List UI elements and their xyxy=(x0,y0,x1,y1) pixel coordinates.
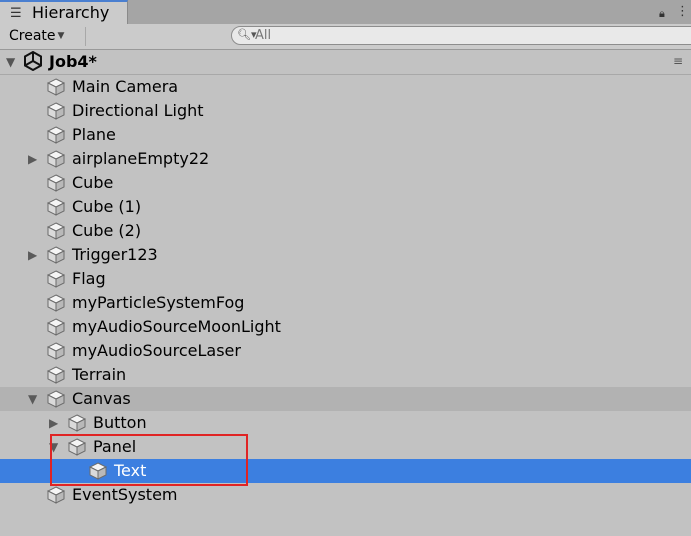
hierarchy-row[interactable]: Terrain xyxy=(0,363,691,387)
collapsed-arrow-icon[interactable]: ▶ xyxy=(28,248,37,262)
hierarchy-row-label: Panel xyxy=(93,437,137,456)
toolbar-divider xyxy=(85,27,86,46)
gameobject-cube-icon xyxy=(67,438,87,456)
gameobject-cube-icon xyxy=(46,270,66,288)
expanded-arrow-icon[interactable]: ▼ xyxy=(49,440,58,454)
gameobject-cube-icon xyxy=(46,246,66,264)
hierarchy-row[interactable]: Directional Light xyxy=(0,99,691,123)
hierarchy-row-label: Main Camera xyxy=(72,77,179,96)
hierarchy-row[interactable]: ▼ Panel xyxy=(0,435,691,459)
hierarchy-row-label: Cube (2) xyxy=(72,221,142,240)
tab-hierarchy[interactable]: ☰ Hierarchy xyxy=(0,0,128,24)
hierarchy-row[interactable]: myParticleSystemFog xyxy=(0,291,691,315)
tab-label: Hierarchy xyxy=(32,3,110,22)
hierarchy-row-label: Cube (1) xyxy=(72,197,142,216)
gameobject-cube-icon xyxy=(46,174,66,192)
hierarchy-row-label: EventSystem xyxy=(72,485,178,504)
unity-logo-icon xyxy=(23,50,43,75)
gameobject-cube-icon xyxy=(67,414,87,432)
hierarchy-row-label: Plane xyxy=(72,125,116,144)
gameobject-cube-icon xyxy=(46,366,66,384)
scene-menu-icon[interactable]: ≡ xyxy=(673,54,683,68)
hierarchy-list-icon: ☰ xyxy=(10,6,22,21)
hierarchy-row[interactable]: myAudioSourceLaser xyxy=(0,339,691,363)
lock-icon[interactable]: 🔒︎ xyxy=(659,7,665,21)
scene-header[interactable]: ▼ Job4* ≡ xyxy=(0,50,691,75)
hierarchy-row[interactable]: myAudioSourceMoonLight xyxy=(0,315,691,339)
search-input[interactable] xyxy=(255,27,655,44)
collapsed-arrow-icon[interactable]: ▶ xyxy=(28,152,37,166)
hierarchy-row[interactable]: Main Camera xyxy=(0,75,691,99)
gameobject-cube-icon xyxy=(46,102,66,120)
hierarchy-row[interactable]: EventSystem xyxy=(0,483,691,507)
hierarchy-row[interactable]: ▶ airplaneEmpty22 xyxy=(0,147,691,171)
hierarchy-row-label: Directional Light xyxy=(72,101,204,120)
gameobject-cube-icon xyxy=(46,342,66,360)
hierarchy-row-label: Text xyxy=(114,461,147,480)
gameobject-cube-icon xyxy=(46,198,66,216)
hierarchy-row-label: Button xyxy=(93,413,147,432)
hierarchy-row-label: airplaneEmpty22 xyxy=(72,149,210,168)
gameobject-cube-icon xyxy=(46,78,66,96)
hierarchy-row-label: Cube xyxy=(72,173,114,192)
search-field[interactable]: 🔍︎▾ xyxy=(231,26,691,45)
gameobject-cube-icon xyxy=(46,222,66,240)
hierarchy-row[interactable]: Cube (1) xyxy=(0,195,691,219)
expand-arrow-icon[interactable]: ▼ xyxy=(6,55,15,69)
gameobject-cube-icon xyxy=(46,126,66,144)
hierarchy-row[interactable]: Text xyxy=(0,459,691,483)
hierarchy-row[interactable]: ▶ Trigger123 xyxy=(0,243,691,267)
scene-name: Job4* xyxy=(49,52,97,71)
tab-bar: ☰ Hierarchy 🔒︎ ⋮ xyxy=(0,0,691,24)
gameobject-cube-icon xyxy=(88,462,108,480)
hierarchy-row-label: Trigger123 xyxy=(72,245,158,264)
gameobject-cube-icon xyxy=(46,390,66,408)
chevron-down-icon: ▼ xyxy=(57,31,65,41)
hierarchy-row[interactable]: ▶ Button xyxy=(0,411,691,435)
hierarchy-row[interactable]: Cube xyxy=(0,171,691,195)
search-icon[interactable]: 🔍︎▾ xyxy=(237,28,257,41)
hierarchy-row[interactable]: Plane xyxy=(0,123,691,147)
gameobject-cube-icon xyxy=(46,150,66,168)
hierarchy-row[interactable]: Cube (2) xyxy=(0,219,691,243)
create-dropdown-button[interactable]: Create ▼ xyxy=(9,26,79,46)
create-label: Create xyxy=(9,28,56,44)
hierarchy-row-label: Flag xyxy=(72,269,106,288)
hierarchy-row-label: myParticleSystemFog xyxy=(72,293,245,312)
hierarchy-tree: Main Camera Directional Light Plane ▶ airpla… xyxy=(0,75,691,507)
panel-menu-icon[interactable]: ⋮ xyxy=(676,4,689,19)
hierarchy-row-label: Terrain xyxy=(72,365,127,384)
hierarchy-row[interactable]: ▼ Canvas xyxy=(0,387,691,411)
gameobject-cube-icon xyxy=(46,318,66,336)
hierarchy-row-label: Canvas xyxy=(72,389,131,408)
collapsed-arrow-icon[interactable]: ▶ xyxy=(49,416,58,430)
hierarchy-row[interactable]: Flag xyxy=(0,267,691,291)
hierarchy-row-label: myAudioSourceLaser xyxy=(72,341,241,360)
gameobject-cube-icon xyxy=(46,486,66,504)
gameobject-cube-icon xyxy=(46,294,66,312)
toolbar: Create ▼ 🔍︎▾ xyxy=(0,24,691,50)
expanded-arrow-icon[interactable]: ▼ xyxy=(28,392,37,406)
hierarchy-row-label: myAudioSourceMoonLight xyxy=(72,317,281,336)
